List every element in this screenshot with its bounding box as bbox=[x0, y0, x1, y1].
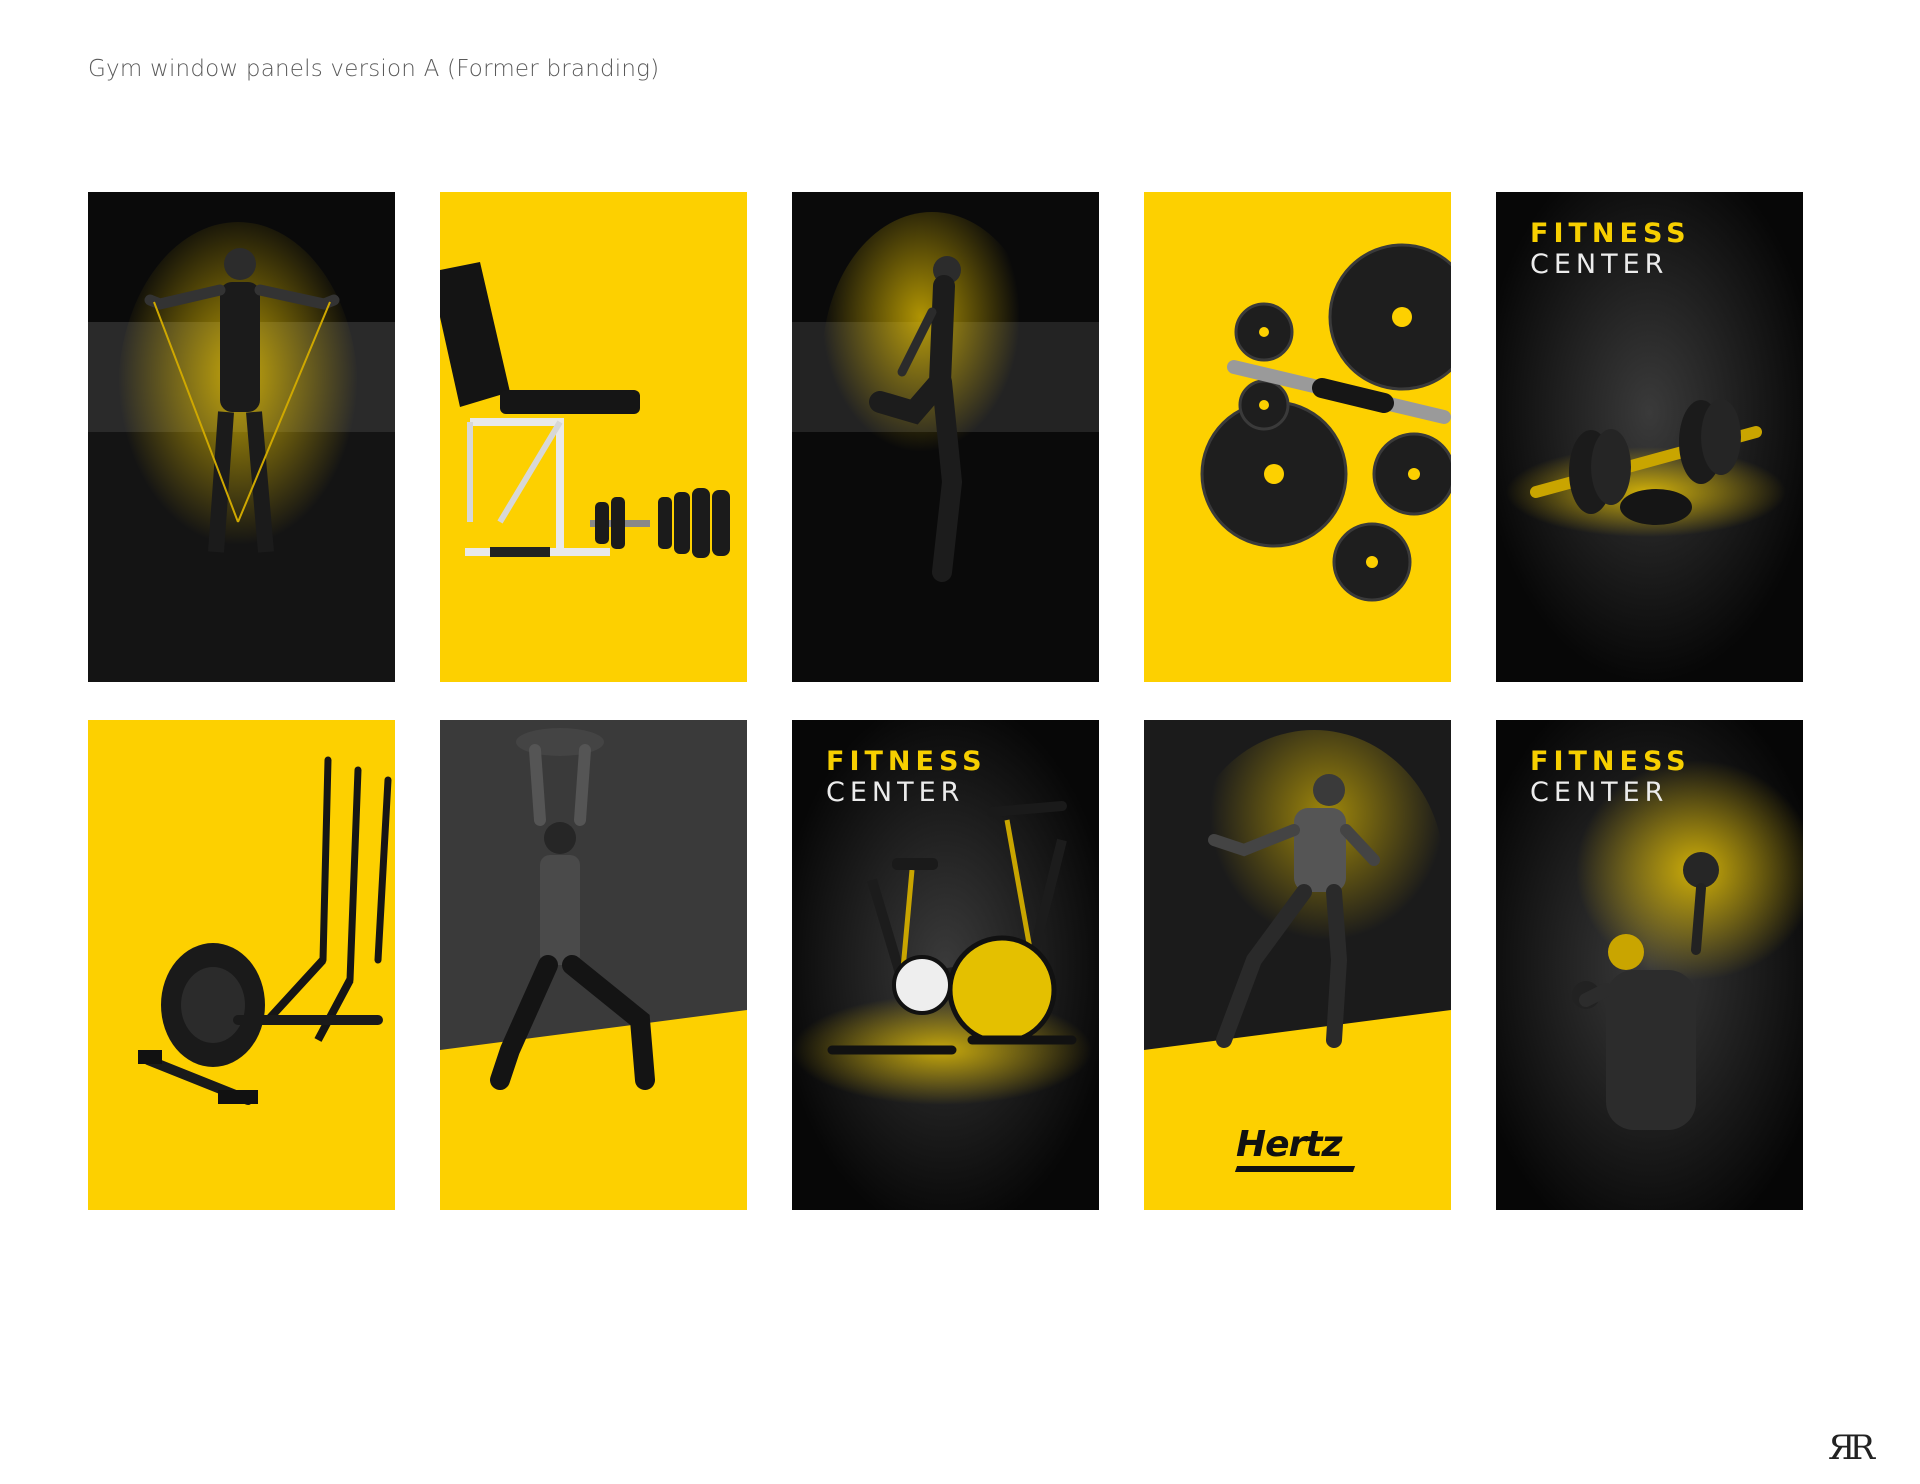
presentation-page: Gym window panels version A (Former bran… bbox=[0, 0, 1920, 1484]
fitness-word: FITNESS bbox=[1530, 218, 1691, 249]
panel-fitness-center-spin-bike: FITNESS CENTER bbox=[792, 720, 1099, 1210]
fitness-center-heading: FITNESS CENTER bbox=[1530, 746, 1691, 808]
page-title: Gym window panels version A (Former bran… bbox=[88, 56, 660, 82]
panel-weight-plates bbox=[1144, 192, 1451, 682]
panel-running-man-hertz: Hertz bbox=[1144, 720, 1451, 1210]
panel-bench-dumbbell bbox=[440, 192, 747, 682]
bench-dumbbell-image bbox=[440, 192, 747, 682]
center-word: CENTER bbox=[826, 777, 965, 808]
panel-fitness-center-dumbbell: FITNESS CENTER bbox=[1496, 192, 1803, 682]
fitness-center-heading: FITNESS CENTER bbox=[1530, 218, 1691, 280]
woman-knee-raise-image bbox=[792, 192, 1099, 682]
designer-monogram: ЯR bbox=[1828, 1428, 1875, 1468]
center-word: CENTER bbox=[1530, 249, 1669, 280]
panel-elliptical-trainer bbox=[88, 720, 395, 1210]
weight-plates-image bbox=[1144, 192, 1451, 682]
panel-woman-plate-overhead bbox=[440, 720, 747, 1210]
fitness-center-heading: FITNESS CENTER bbox=[826, 746, 987, 808]
center-word: CENTER bbox=[1530, 777, 1669, 808]
elliptical-trainer-image bbox=[88, 720, 395, 1210]
panel-fitness-center-kettlebell: FITNESS CENTER bbox=[1496, 720, 1803, 1210]
fitness-word: FITNESS bbox=[826, 746, 987, 777]
hertz-logo-underline bbox=[1234, 1166, 1356, 1172]
woman-plate-overhead-image bbox=[440, 720, 747, 1210]
man-resistance-band-image bbox=[88, 192, 395, 682]
panel-woman-knee-raise bbox=[792, 192, 1099, 682]
hertz-logo: Hertz bbox=[1236, 1124, 1342, 1165]
fitness-word: FITNESS bbox=[1530, 746, 1691, 777]
panel-man-resistance-band bbox=[88, 192, 395, 682]
